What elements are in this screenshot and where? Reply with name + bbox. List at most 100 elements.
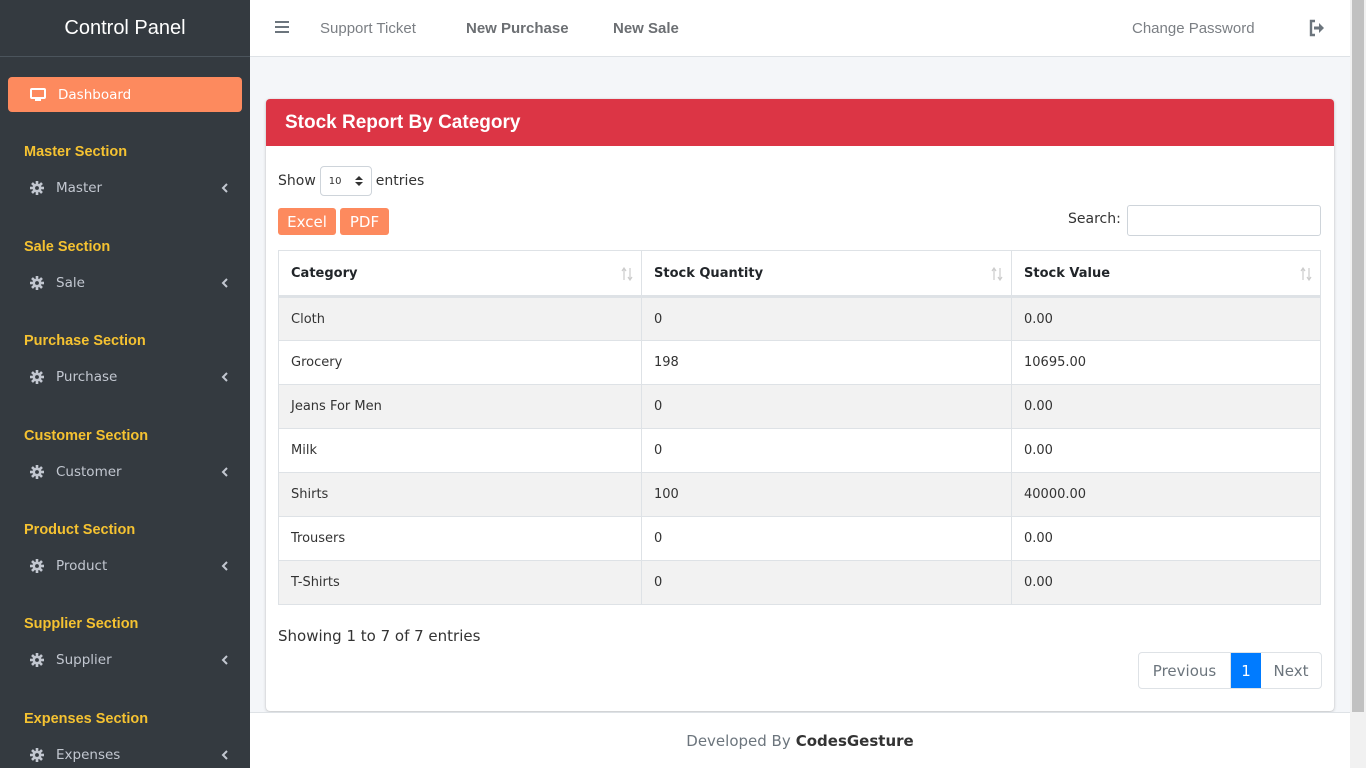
- column-header-category[interactable]: Category: [278, 250, 642, 298]
- gear-icon: [30, 465, 44, 479]
- pagination-next[interactable]: Next: [1261, 653, 1321, 688]
- sidebar-item-product[interactable]: Product: [30, 558, 230, 574]
- sidebar-item-sale[interactable]: Sale: [30, 275, 230, 291]
- column-header-label: Stock Quantity: [654, 265, 764, 281]
- sort-icon: [1300, 267, 1312, 281]
- cell-stock-quantity: 0: [641, 516, 1012, 561]
- show-label: Show: [278, 173, 316, 189]
- search-input[interactable]: [1127, 205, 1321, 236]
- scrollbar-thumb[interactable]: [1352, 0, 1364, 712]
- cell-stock-value: 10695.00: [1011, 340, 1321, 385]
- cell-stock-value: 0.00: [1011, 560, 1321, 605]
- column-header-stock-value[interactable]: Stock Value: [1011, 250, 1321, 298]
- table-row: T-Shirts 0 0.00: [278, 560, 1321, 605]
- pagination: Previous 1 Next: [1138, 652, 1322, 689]
- page-scrollbar[interactable]: [1350, 0, 1366, 768]
- gear-icon: [30, 653, 44, 667]
- sidebar-item-label: Customer: [56, 464, 122, 480]
- cell-stock-value: 0.00: [1011, 296, 1321, 341]
- cell-stock-quantity: 100: [641, 472, 1012, 517]
- sidebar-item-label: Supplier: [56, 652, 112, 668]
- chevron-left-icon: [221, 750, 228, 760]
- sidebar-item-master[interactable]: Master: [30, 180, 230, 196]
- search-label: Search:: [1068, 211, 1121, 227]
- table-row: Shirts 100 40000.00: [278, 472, 1321, 517]
- nav-support-ticket[interactable]: Support Ticket: [320, 0, 416, 56]
- section-title-supplier: Supplier Section: [24, 616, 139, 632]
- gear-icon: [30, 559, 44, 573]
- monitor-icon: [30, 87, 46, 101]
- sidebar-item-label: Expenses: [56, 747, 121, 763]
- sidebar-item-purchase[interactable]: Purchase: [30, 369, 230, 385]
- sort-icon: [621, 267, 633, 281]
- chevron-left-icon: [221, 561, 228, 571]
- sidebar-item-dashboard[interactable]: Dashboard: [8, 77, 242, 112]
- sidebar-item-label: Product: [56, 558, 108, 574]
- footer: Developed By CodesGesture: [250, 712, 1350, 768]
- table-row: Jeans For Men 0 0.00: [278, 384, 1321, 429]
- nav-new-sale[interactable]: New Sale: [613, 0, 679, 56]
- sort-icon: [991, 267, 1003, 281]
- sidebar: Control Panel Dashboard Master Section M…: [0, 0, 250, 768]
- chevron-left-icon: [221, 278, 228, 288]
- cell-stock-quantity: 198: [641, 340, 1012, 385]
- excel-export-button[interactable]: Excel: [278, 208, 336, 235]
- cell-stock-value: 0.00: [1011, 428, 1321, 473]
- section-title-master: Master Section: [24, 144, 128, 160]
- stock-table: Category Stock Quantity Stock Value Clot…: [278, 250, 1321, 605]
- nav-change-password[interactable]: Change Password: [1132, 0, 1255, 56]
- chevron-left-icon: [221, 372, 228, 382]
- hamburger-menu-icon[interactable]: [274, 19, 290, 35]
- cell-stock-value: 40000.00: [1011, 472, 1321, 517]
- chevron-left-icon: [221, 467, 228, 477]
- stock-report-card: Stock Report By Category Show 10 entries…: [266, 99, 1334, 711]
- sidebar-item-supplier[interactable]: Supplier: [30, 652, 230, 668]
- footer-prefix: Developed By: [686, 731, 791, 750]
- cell-stock-quantity: 0: [641, 428, 1012, 473]
- sidebar-item-label: Sale: [56, 275, 85, 291]
- page-size-select[interactable]: 10: [319, 166, 372, 196]
- cell-category: T-Shirts: [278, 560, 642, 605]
- pdf-export-button[interactable]: PDF: [340, 208, 389, 235]
- gear-icon: [30, 370, 44, 384]
- sidebar-item-customer[interactable]: Customer: [30, 464, 230, 480]
- cell-category: Jeans For Men: [278, 384, 642, 429]
- brand-title[interactable]: Control Panel: [0, 0, 250, 57]
- top-navbar: Support Ticket New Purchase New Sale Cha…: [250, 0, 1350, 57]
- cell-stock-value: 0.00: [1011, 516, 1321, 561]
- section-title-product: Product Section: [24, 522, 136, 538]
- sidebar-item-label: Master: [56, 180, 103, 196]
- section-title-expenses: Expenses Section: [24, 711, 149, 727]
- cell-stock-quantity: 0: [641, 296, 1012, 341]
- chevron-left-icon: [221, 655, 228, 665]
- sidebar-item-expenses[interactable]: Expenses: [30, 747, 230, 763]
- table-info: Showing 1 to 7 of 7 entries: [278, 627, 481, 645]
- table-row: Milk 0 0.00: [278, 428, 1321, 473]
- table-row: Grocery 198 10695.00: [278, 340, 1321, 385]
- column-header-label: Category: [291, 265, 358, 281]
- pagination-page-1[interactable]: 1: [1231, 653, 1261, 688]
- pagination-previous[interactable]: Previous: [1139, 653, 1231, 688]
- cell-stock-value: 0.00: [1011, 384, 1321, 429]
- section-title-customer: Customer Section: [24, 428, 149, 444]
- cell-stock-quantity: 0: [641, 560, 1012, 605]
- cell-stock-quantity: 0: [641, 384, 1012, 429]
- cell-category: Trousers: [278, 516, 642, 561]
- nav-new-purchase[interactable]: New Purchase: [466, 0, 569, 56]
- table-row: Trousers 0 0.00: [278, 516, 1321, 561]
- section-title-sale: Sale Section: [24, 239, 111, 255]
- card-title: Stock Report By Category: [266, 99, 1334, 146]
- dashboard-label: Dashboard: [58, 86, 132, 103]
- column-header-stock-quantity[interactable]: Stock Quantity: [641, 250, 1012, 298]
- cell-category: Grocery: [278, 340, 642, 385]
- table-row: Cloth 0 0.00: [278, 296, 1321, 341]
- logout-icon[interactable]: [1308, 19, 1326, 37]
- gear-icon: [30, 181, 44, 195]
- sidebar-item-label: Purchase: [56, 369, 118, 385]
- select-arrows-icon: [354, 176, 363, 186]
- section-title-purchase: Purchase Section: [24, 333, 146, 349]
- cell-category: Cloth: [278, 296, 642, 341]
- page-size-value: 10: [328, 175, 342, 187]
- gear-icon: [30, 748, 44, 762]
- footer-company[interactable]: CodesGesture: [796, 732, 914, 750]
